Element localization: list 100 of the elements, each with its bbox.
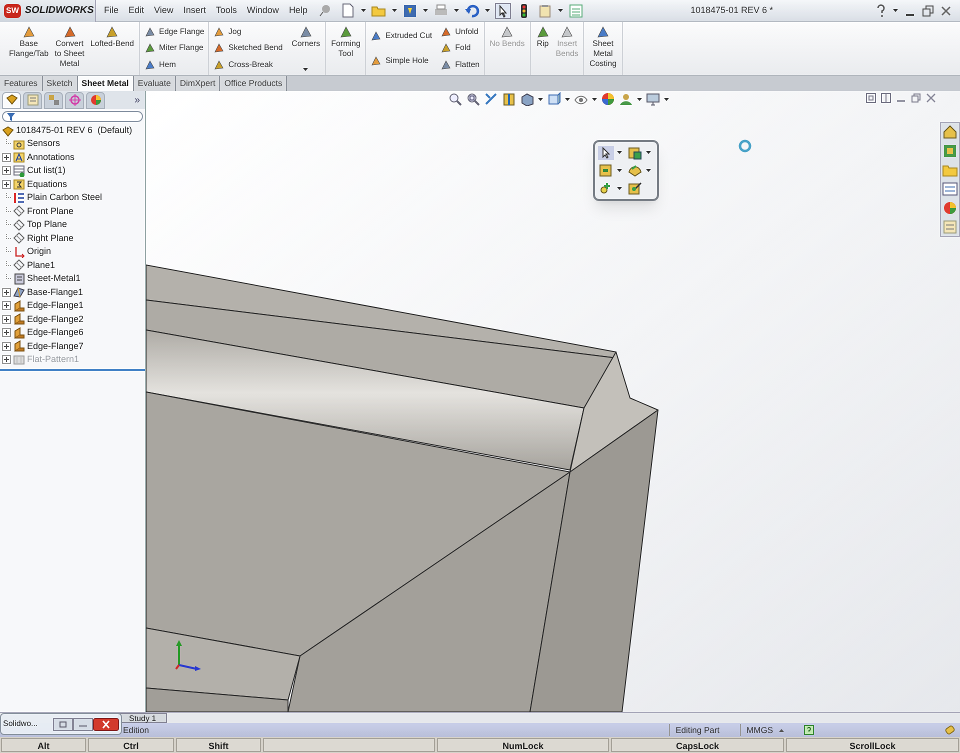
tree-item[interactable]: Plane1 bbox=[27, 258, 56, 272]
tree-item[interactable]: Top Plane bbox=[27, 218, 68, 232]
ribbon-button[interactable]: Hem bbox=[144, 58, 204, 71]
ribbon-button[interactable]: Base Flange/Tab bbox=[8, 22, 50, 75]
command-tab[interactable]: DimXpert bbox=[176, 76, 220, 91]
tree-item[interactable]: 1018475-01 REV 6 (Default) bbox=[16, 124, 132, 138]
view-palette-icon[interactable] bbox=[942, 181, 958, 197]
ribbon-button[interactable]: Miter Flange bbox=[144, 42, 204, 54]
ribbon-button[interactable]: Lofted-Bend bbox=[89, 22, 135, 75]
ribbon-button[interactable]: Extruded Cut bbox=[370, 30, 432, 42]
caret-icon[interactable] bbox=[893, 9, 898, 12]
command-tab[interactable]: Sketch bbox=[42, 76, 78, 91]
tree-item[interactable]: Edge-Flange1 bbox=[27, 299, 84, 312]
ribbon-button[interactable]: Convert to Sheet Metal bbox=[54, 22, 86, 75]
tree-item[interactable]: Sensors bbox=[27, 137, 60, 150]
ribbon-button[interactable]: Cross-Break bbox=[213, 58, 283, 71]
units-button[interactable]: MMGS bbox=[740, 724, 779, 736]
appearance-icon[interactable] bbox=[942, 200, 958, 216]
help-icon[interactable] bbox=[804, 725, 814, 735]
menu-item[interactable]: Insert bbox=[183, 4, 206, 18]
caret-icon[interactable] bbox=[646, 151, 651, 154]
expand-icon[interactable] bbox=[2, 180, 11, 189]
split-view-icon[interactable] bbox=[881, 93, 891, 103]
appearance-icon[interactable] bbox=[601, 92, 615, 106]
caret-icon[interactable] bbox=[617, 168, 622, 172]
ribbon-button[interactable]: Edge Flange bbox=[144, 26, 204, 38]
menu-item[interactable]: Help bbox=[288, 4, 308, 18]
panel-tab[interactable] bbox=[44, 92, 63, 108]
tree-item[interactable]: Plain Carbon Steel bbox=[27, 191, 102, 204]
ribbon-button[interactable]: Unfold bbox=[440, 26, 480, 38]
caret-icon[interactable] bbox=[565, 98, 570, 100]
ribbon-button[interactable]: Forming Tool bbox=[330, 22, 362, 75]
command-tab[interactable]: Sheet Metal bbox=[78, 76, 134, 91]
monitor-icon[interactable] bbox=[646, 92, 660, 106]
new-file-icon[interactable] bbox=[340, 2, 356, 18]
caret-icon[interactable] bbox=[303, 68, 308, 71]
ribbon-button[interactable]: Corners bbox=[290, 22, 322, 49]
filter-field[interactable] bbox=[2, 111, 143, 122]
panel-tab[interactable] bbox=[86, 92, 105, 108]
menu-item[interactable]: File bbox=[104, 4, 119, 18]
expand-icon[interactable] bbox=[2, 288, 11, 297]
expand-icon[interactable] bbox=[2, 166, 11, 176]
tree-item[interactable]: Base-Flange1 bbox=[27, 286, 84, 299]
expand-icon[interactable] bbox=[2, 328, 11, 338]
tree-item[interactable]: Right Plane bbox=[27, 232, 74, 245]
ribbon-button[interactable]: Sketched Bend bbox=[213, 42, 283, 54]
command-tab[interactable]: Features bbox=[0, 76, 43, 91]
caret-icon[interactable] bbox=[637, 98, 642, 100]
ribbon-button[interactable]: Jog bbox=[213, 26, 283, 38]
study-tab[interactable]: Study 1 bbox=[118, 713, 168, 723]
key-button[interactable]: Ctrl bbox=[88, 738, 174, 752]
tree-item[interactable]: Edge-Flange7 bbox=[27, 340, 84, 353]
tree-item[interactable]: Origin bbox=[27, 245, 52, 258]
expand-icon[interactable] bbox=[2, 314, 11, 324]
caret-icon[interactable] bbox=[454, 9, 460, 12]
restore-icon[interactable] bbox=[53, 718, 73, 730]
zoom-icon[interactable] bbox=[448, 92, 462, 106]
section-view-icon[interactable] bbox=[502, 92, 516, 106]
caret-icon[interactable] bbox=[392, 9, 398, 12]
expand-icon[interactable] bbox=[2, 355, 11, 364]
caret-icon[interactable] bbox=[592, 98, 597, 100]
tree-item[interactable]: Front Plane bbox=[27, 204, 74, 218]
expand-icon[interactable] bbox=[2, 342, 11, 351]
panel-tab[interactable] bbox=[23, 92, 42, 108]
caret-icon[interactable] bbox=[538, 98, 543, 100]
tree-item[interactable]: Sheet-Metal1 bbox=[27, 272, 81, 286]
caret-icon[interactable] bbox=[664, 98, 669, 100]
caret-icon[interactable] bbox=[646, 168, 651, 172]
taskbar-thumbnail[interactable]: Solidwo... bbox=[0, 713, 122, 735]
home-icon[interactable] bbox=[942, 124, 958, 140]
caret-icon[interactable] bbox=[558, 9, 564, 12]
clipboard-icon[interactable] bbox=[537, 2, 554, 18]
menu-item[interactable]: Edit bbox=[128, 4, 144, 18]
custom-properties-icon[interactable] bbox=[942, 219, 958, 235]
panel-tab[interactable] bbox=[2, 92, 21, 108]
more-tabs-button[interactable]: » bbox=[134, 92, 143, 108]
minimize-icon[interactable] bbox=[73, 718, 93, 730]
caret-icon[interactable] bbox=[617, 186, 622, 190]
command-tab[interactable]: Office Products bbox=[220, 76, 288, 91]
tree-item[interactable]: Edge-Flange2 bbox=[27, 312, 84, 326]
undo-icon[interactable] bbox=[464, 2, 480, 18]
zoom-area-icon[interactable] bbox=[466, 92, 480, 106]
tree-item[interactable]: Equations bbox=[27, 178, 68, 191]
panel-tab[interactable] bbox=[65, 92, 84, 108]
restore-icon[interactable] bbox=[922, 4, 934, 16]
ribbon-button[interactable]: Sheet Metal Costing bbox=[588, 22, 618, 75]
ribbon-button[interactable]: Fold bbox=[440, 42, 480, 54]
single-view-icon[interactable] bbox=[866, 93, 876, 103]
expand-icon[interactable] bbox=[2, 301, 11, 310]
tree-item[interactable]: Annotations bbox=[27, 150, 75, 164]
command-tab[interactable]: Evaluate bbox=[134, 76, 176, 91]
caret-icon[interactable] bbox=[423, 9, 428, 12]
menu-item[interactable]: View bbox=[154, 4, 174, 18]
key-button[interactable]: Shift bbox=[176, 738, 261, 752]
tree-item[interactable]: Cut list(1) bbox=[27, 164, 66, 178]
ribbon-button[interactable]: Rip bbox=[534, 22, 551, 75]
restore-icon[interactable] bbox=[911, 93, 921, 103]
tree-item[interactable]: Edge-Flange6 bbox=[27, 326, 84, 340]
menu-item[interactable]: Window bbox=[246, 4, 279, 18]
close-icon[interactable] bbox=[940, 4, 952, 16]
